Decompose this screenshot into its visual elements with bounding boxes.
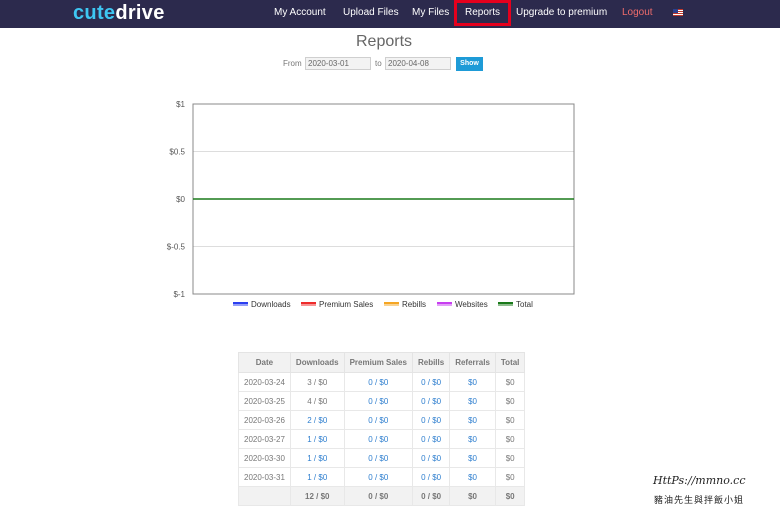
table-total-cell: 0 / $0 xyxy=(343,486,413,506)
table-cell-link[interactable]: 0 / $0 xyxy=(411,467,451,487)
table-cell: 3 / $0 xyxy=(289,372,345,392)
legend-label: Downloads xyxy=(251,300,291,309)
legend-label: Premium Sales xyxy=(319,300,373,309)
table-cell-link[interactable]: 0 / $0 xyxy=(343,467,413,487)
logo[interactable]: cutedrive xyxy=(73,1,165,25)
column-header: Referrals xyxy=(449,352,496,373)
table-row: 2020-03-26 2 / $0 0 / $0 0 / $0 $0 $0 xyxy=(238,410,526,430)
nav-reports[interactable]: Reports xyxy=(454,0,512,26)
table-row: 2020-03-24 3 / $0 0 / $0 0 / $0 $0 $0 xyxy=(238,372,526,392)
reports-table: Date Downloads Premium Sales Rebills Referra… xyxy=(238,352,526,506)
table-cell: $0 xyxy=(494,372,526,392)
table-row: 2020-03-31 1 / $0 0 / $0 0 / $0 $0 $0 xyxy=(238,467,526,487)
legend-swatch-shade xyxy=(384,304,399,306)
table-cell-link[interactable]: 0 / $0 xyxy=(343,448,413,468)
legend-swatch-shade xyxy=(498,304,513,306)
table-row: 2020-03-27 1 / $0 0 / $0 0 / $0 $0 $0 xyxy=(238,429,526,449)
legend-label: Rebills xyxy=(402,300,426,309)
top-navbar: cutedrive My Account Upload Files My Fil… xyxy=(0,0,780,28)
table-cell-link[interactable]: 0 / $0 xyxy=(411,391,451,411)
legend-label: Websites xyxy=(455,300,488,309)
column-header: Date xyxy=(238,352,291,373)
y-tick-label: $-0.5 xyxy=(167,243,186,252)
table-header-row: Date Downloads Premium Sales Rebills Referra… xyxy=(238,352,526,373)
to-label: to xyxy=(375,59,382,68)
table-cell-link[interactable]: 0 / $0 xyxy=(343,372,413,392)
y-tick-label: $0.5 xyxy=(169,148,185,157)
table-cell: $0 xyxy=(494,410,526,430)
table-cell: 2020-03-26 xyxy=(238,410,291,430)
nav-logout[interactable]: Logout xyxy=(622,0,653,28)
table-row: 2020-03-30 1 / $0 0 / $0 0 / $0 $0 $0 xyxy=(238,448,526,468)
table-cell: $0 xyxy=(494,467,526,487)
table-cell-link[interactable]: 1 / $0 xyxy=(289,448,345,468)
table-cell-link[interactable]: 0 / $0 xyxy=(411,429,451,449)
from-date-input[interactable]: 2020-03-01 xyxy=(305,57,371,70)
legend-swatch-shade xyxy=(233,304,248,306)
table-cell: 2020-03-27 xyxy=(238,429,291,449)
y-tick-label: $-1 xyxy=(173,290,185,299)
y-tick-label: $1 xyxy=(176,100,185,109)
table-cell-link[interactable]: 0 / $0 xyxy=(411,410,451,430)
table-cell-link[interactable]: 0 / $0 xyxy=(411,372,451,392)
table-cell-link[interactable]: $0 xyxy=(449,448,496,468)
legend-swatch-shade xyxy=(301,304,316,306)
table-total-cell: 12 / $0 xyxy=(289,486,345,506)
table-cell: 4 / $0 xyxy=(289,391,345,411)
table-body: 2020-03-24 3 / $0 0 / $0 0 / $0 $0 $0 2020-03-… xyxy=(238,372,526,506)
legend-swatch-shade xyxy=(437,304,452,306)
column-header: Downloads xyxy=(289,352,345,373)
column-header: Premium Sales xyxy=(343,352,413,373)
nav-upload-files[interactable]: Upload Files xyxy=(343,0,399,28)
table-total-cell: $0 xyxy=(494,486,526,506)
report-chart: $1 $0.5 $0 $-0.5 $-1 Downloads Premium Sales R… xyxy=(167,100,575,309)
table-cell: 2020-03-24 xyxy=(238,372,291,392)
watermark-text: 豬油先生與拌飯小姐 xyxy=(654,495,745,505)
table-total-cell xyxy=(238,486,291,506)
table-cell-link[interactable]: $0 xyxy=(449,410,496,430)
watermark-url: HttPs://mmno.cc xyxy=(653,474,746,487)
chart-legend: Downloads Premium Sales Rebills Websites Tot… xyxy=(233,300,533,309)
table-cell-link[interactable]: 1 / $0 xyxy=(289,429,345,449)
table-total-cell: $0 xyxy=(449,486,496,506)
table-cell-link[interactable]: 0 / $0 xyxy=(411,448,451,468)
table-cell-link[interactable]: 0 / $0 xyxy=(343,391,413,411)
table-cell-link[interactable]: 2 / $0 xyxy=(289,410,345,430)
table-cell: $0 xyxy=(494,448,526,468)
to-date-input[interactable]: 2020-04-08 xyxy=(385,57,451,70)
table-row: 2020-03-25 4 / $0 0 / $0 0 / $0 $0 $0 xyxy=(238,391,526,411)
chart-y-axis: $1 $0.5 $0 $-0.5 $-1 xyxy=(167,100,186,299)
table-cell-link[interactable]: $0 xyxy=(449,391,496,411)
table-cell-link[interactable]: $0 xyxy=(449,372,496,392)
table-total-cell: 0 / $0 xyxy=(411,486,451,506)
show-button[interactable]: Show xyxy=(456,57,483,71)
nav-my-account[interactable]: My Account xyxy=(274,0,326,28)
us-flag-icon[interactable] xyxy=(673,9,683,16)
column-header: Rebills xyxy=(411,352,451,373)
table-cell-link[interactable]: 1 / $0 xyxy=(289,467,345,487)
nav-upgrade-premium[interactable]: Upgrade to premium xyxy=(516,0,607,28)
table-total-row: 12 / $0 0 / $0 0 / $0 $0 $0 xyxy=(238,486,526,506)
nav-my-files[interactable]: My Files xyxy=(412,0,449,28)
table-cell-link[interactable]: $0 xyxy=(449,467,496,487)
table-cell: 2020-03-31 xyxy=(238,467,291,487)
y-tick-label: $0 xyxy=(176,195,185,204)
from-label: From xyxy=(283,59,302,68)
table-cell: $0 xyxy=(494,391,526,411)
table-cell: 2020-03-30 xyxy=(238,448,291,468)
table-cell: 2020-03-25 xyxy=(238,391,291,411)
column-header: Total xyxy=(494,352,526,373)
table-cell-link[interactable]: $0 xyxy=(449,429,496,449)
page-title: Reports xyxy=(355,33,413,50)
legend-label: Total xyxy=(516,300,533,309)
table-cell-link[interactable]: 0 / $0 xyxy=(343,410,413,430)
table-cell-link[interactable]: 0 / $0 xyxy=(343,429,413,449)
table-cell: $0 xyxy=(494,429,526,449)
